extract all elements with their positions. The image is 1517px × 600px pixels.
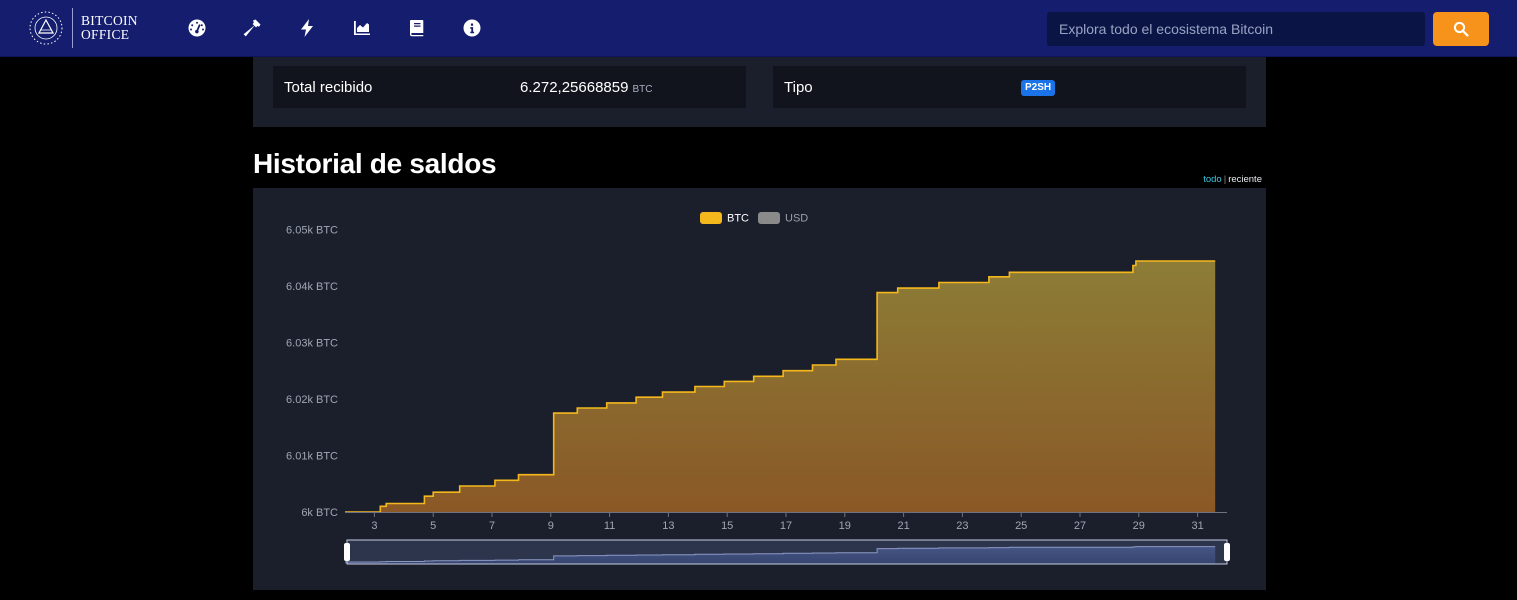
range-all-link[interactable]: todo (1203, 174, 1222, 185)
x-tick-label: 25 (1015, 520, 1027, 532)
zoom-slider-selection[interactable] (346, 539, 1228, 565)
y-tick-label: 6.02k BTC (286, 394, 338, 406)
total-received-label: Total recibido (284, 79, 373, 96)
x-tick-label: 9 (548, 520, 554, 532)
y-tick-label: 6.05k BTC (286, 224, 338, 236)
nav-icon-bar (185, 16, 515, 40)
x-tick-label: 11 (604, 520, 615, 532)
x-tick-label: 19 (839, 520, 851, 532)
total-received-row: Total recibido 6.272,25668859 BTC (273, 66, 746, 108)
range-separator: | (1223, 174, 1227, 185)
x-tick-label: 31 (1191, 520, 1203, 532)
chart-icon[interactable] (350, 16, 374, 40)
btc-series-area (345, 261, 1216, 512)
info-icon[interactable] (460, 16, 484, 40)
x-tick-label: 21 (897, 520, 909, 532)
x-tick-label: 27 (1074, 520, 1086, 532)
address-info-panel: Total recibido 6.272,25668859 BTC Tipo P2… (253, 57, 1266, 127)
legend-item-usd[interactable]: USD (758, 212, 808, 225)
address-type-row: Tipo P2SH (773, 66, 1246, 108)
hammer-icon[interactable] (240, 16, 264, 40)
balance-history-title: Historial de saldos (253, 148, 497, 179)
balance-history-chart-panel: BTC USD 6k BTC 6.01k BTC 6.02k BTC 6.03k BTC… (253, 188, 1266, 590)
x-tick-label: 7 (489, 520, 495, 532)
lightning-icon[interactable] (295, 16, 319, 40)
legend-label: USD (785, 213, 808, 225)
top-navbar: BITCOIN OFFICE (0, 0, 1517, 57)
search-input[interactable] (1047, 12, 1425, 46)
el-salvador-seal-icon (29, 11, 63, 45)
x-tick-label: 29 (1133, 520, 1145, 532)
total-received-value: 6.272,25668859 BTC (520, 79, 652, 96)
legend-swatch (700, 212, 722, 224)
zoom-slider-left-handle[interactable] (344, 543, 350, 561)
address-type-badge: P2SH (1021, 80, 1056, 96)
total-received-unit: BTC (632, 84, 653, 95)
range-recent-link[interactable]: reciente (1228, 174, 1262, 185)
x-tick-label: 3 (371, 520, 377, 532)
y-tick-label: 6k BTC (301, 507, 338, 519)
brand-line-1: BITCOIN (81, 13, 138, 28)
brand-line-2: OFFICE (81, 27, 130, 42)
dashboard-icon[interactable] (185, 16, 209, 40)
x-tick-label: 17 (780, 520, 792, 532)
x-tick-label: 23 (956, 520, 968, 532)
zoom-slider-right-handle[interactable] (1224, 543, 1230, 561)
y-tick-label: 6.03k BTC (286, 337, 338, 349)
search-button[interactable] (1433, 12, 1489, 46)
y-tick-label: 6.04k BTC (286, 281, 338, 293)
brand-divider (72, 8, 73, 48)
brand-text: BITCOIN OFFICE (81, 14, 138, 42)
legend-item-btc[interactable]: BTC (700, 212, 749, 225)
total-received-amount: 6.272,25668859 (520, 79, 629, 96)
x-tick-label: 13 (662, 520, 674, 532)
balance-history-chart[interactable]: BTC USD 6k BTC 6.01k BTC 6.02k BTC 6.03k BTC… (253, 188, 1266, 590)
y-tick-label: 6.01k BTC (286, 450, 338, 462)
x-tick-label: 5 (430, 520, 436, 532)
legend-label: BTC (727, 213, 749, 225)
brand-logo[interactable]: BITCOIN OFFICE (28, 8, 138, 48)
address-type-label: Tipo (784, 79, 813, 96)
book-icon[interactable] (405, 16, 429, 40)
x-tick-label: 15 (721, 520, 733, 532)
search-icon (1453, 21, 1469, 37)
legend-swatch (758, 212, 780, 224)
range-toggle: todo | reciente (1203, 174, 1262, 185)
